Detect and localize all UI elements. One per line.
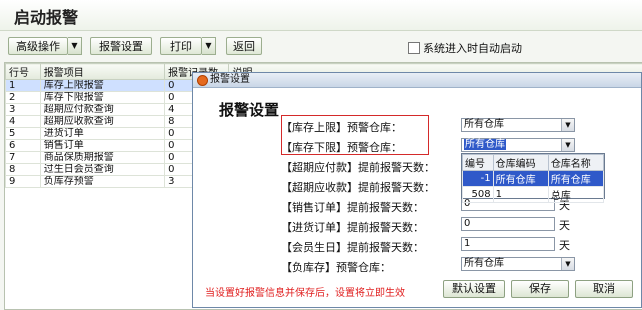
row-no: 9 [6, 176, 41, 188]
row-item: 库存下限报警 [40, 92, 164, 104]
alarm-settings-dialog: 报警设置 报警设置 【库存上限】预警仓库： 所有仓库 ▼ 【库存下限】预警仓库：… [192, 72, 642, 308]
dropdown-option[interactable]: 508 1 总库 [463, 187, 604, 203]
dropdown-option[interactable]: -1 所有仓库 所有仓库 [463, 171, 604, 187]
save-button[interactable]: 保存 [511, 280, 569, 298]
row-no: 1 [6, 80, 41, 92]
print-dropdown-arrow[interactable]: ▼ [202, 37, 216, 55]
negative-stock-select[interactable]: 所有仓库 ▼ [461, 257, 575, 271]
birthday-days-input[interactable]: 1 [461, 237, 555, 251]
row-item: 超期应付款查询 [40, 104, 164, 116]
app-icon [197, 75, 208, 86]
print-button[interactable]: 打印 [160, 37, 202, 55]
stock-upper-select[interactable]: 所有仓库 ▼ [461, 118, 575, 132]
default-settings-button[interactable]: 默认设置 [443, 280, 505, 298]
purchase-order-unit: 天 [559, 217, 570, 233]
stock-upper-value: 所有仓库 [464, 119, 504, 130]
chevron-down-icon[interactable]: ▼ [561, 258, 574, 270]
warehouse-dropdown-list: 编号 仓库编码 仓库名称 -1 所有仓库 所有仓库 508 1 总库 [461, 153, 605, 199]
option-id: 508 [463, 187, 494, 203]
stock-upper-label: 【库存上限】预警仓库： [281, 119, 402, 135]
stock-lower-select[interactable]: 所有仓库 ▼ [461, 138, 575, 152]
chevron-down-icon[interactable]: ▼ [561, 139, 574, 151]
dropdown-header-name: 仓库名称 [548, 155, 603, 171]
row-no: 5 [6, 128, 41, 140]
dropdown-header-code: 仓库编码 [493, 155, 548, 171]
row-no: 6 [6, 140, 41, 152]
back-button[interactable]: 返回 [226, 37, 262, 55]
sales-order-days-label: 【销售订单】提前报警天数： [281, 199, 424, 215]
dialog-heading: 报警设置 [219, 99, 279, 120]
stock-lower-value: 所有仓库 [464, 139, 506, 150]
autostart-label: 系统进入时自动启动 [423, 42, 522, 55]
row-item: 进货订单 [40, 128, 164, 140]
chevron-down-icon[interactable]: ▼ [561, 119, 574, 131]
option-id: -1 [463, 171, 494, 187]
row-item: 负库存预警 [40, 176, 164, 188]
dialog-title-bar[interactable]: 报警设置 [193, 73, 641, 88]
row-no: 7 [6, 152, 41, 164]
dialog-title: 报警设置 [210, 73, 250, 87]
birthday-unit: 天 [559, 237, 570, 253]
row-no: 3 [6, 104, 41, 116]
save-hint-note: 当设置好报警信息并保存后，设置将立即生效 [205, 284, 405, 299]
alarm-settings-button[interactable]: 报警设置 [90, 37, 152, 55]
title-bar: 启动报警 [0, 0, 642, 31]
purchase-order-days-label: 【进货订单】提前报警天数： [281, 219, 424, 235]
cancel-button[interactable]: 取消 [575, 280, 633, 298]
autostart-checkbox[interactable] [408, 42, 420, 54]
dropdown-header-id: 编号 [463, 155, 494, 171]
advanced-ops-button[interactable]: 高级操作 [8, 37, 68, 55]
option-code: 所有仓库 [493, 171, 548, 187]
option-name: 总库 [548, 187, 603, 203]
row-no: 2 [6, 92, 41, 104]
row-item: 商品保质期报警 [40, 152, 164, 164]
autostart-option[interactable]: 系统进入时自动启动 [408, 40, 522, 56]
row-item: 销售订单 [40, 140, 164, 152]
birthday-days-label: 【会员生日】提前报警天数： [281, 239, 424, 255]
negative-stock-value: 所有仓库 [464, 258, 504, 269]
row-item: 超期应收款查询 [40, 116, 164, 128]
negative-stock-label: 【负库存】预警仓库： [281, 259, 391, 275]
page-title: 启动报警 [14, 4, 78, 28]
option-name: 所有仓库 [548, 171, 603, 187]
row-item: 过生日会员查询 [40, 164, 164, 176]
row-no: 8 [6, 164, 41, 176]
col-header-no[interactable]: 行号 [6, 64, 41, 80]
payable-days-label: 【超期应付款】提前报警天数： [281, 159, 435, 175]
toolbar: 高级操作 ▼ 报警设置 打印 ▼ 返回 [0, 34, 642, 58]
stock-lower-label: 【库存下限】预警仓库： [281, 139, 402, 155]
row-no: 4 [6, 116, 41, 128]
receivable-days-label: 【超期应收款】提前报警天数： [281, 179, 435, 195]
row-item: 库存上限报警 [40, 80, 164, 92]
purchase-order-days-input[interactable]: 0 [461, 217, 555, 231]
col-header-item[interactable]: 报警项目 [40, 64, 164, 80]
option-code: 1 [493, 187, 548, 203]
advanced-ops-dropdown-arrow[interactable]: ▼ [68, 37, 82, 55]
